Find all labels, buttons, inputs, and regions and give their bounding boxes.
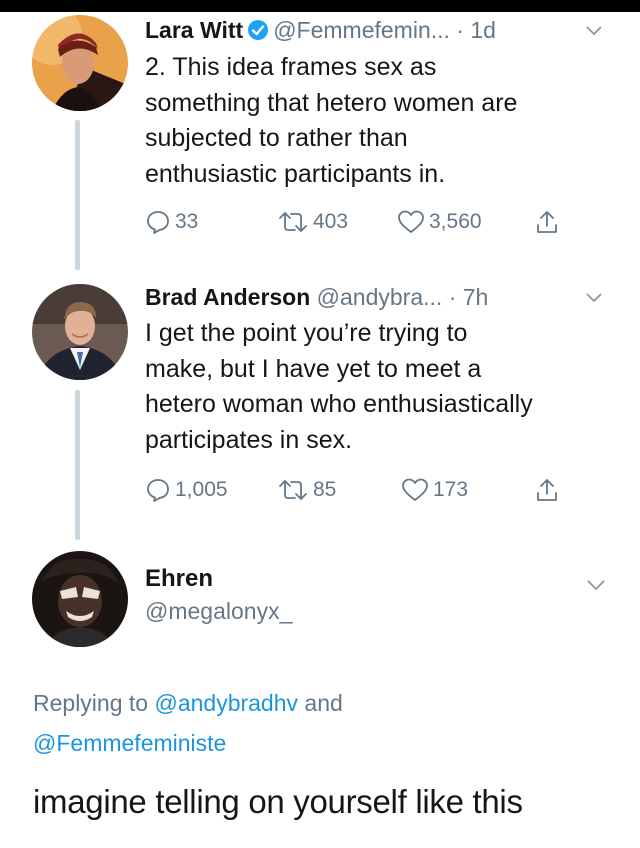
- reply-icon: [145, 477, 171, 503]
- tweet-line: something that hetero women are: [145, 88, 518, 117]
- replying-to: Replying to @andybradhv and: [33, 690, 343, 717]
- tweet-header: Lara Witt @Femmefemin... · 1d: [145, 14, 496, 49]
- tweet-line: hetero woman who enthusiastically: [145, 390, 533, 418]
- tweet-line: 2. This idea frames sex as: [145, 53, 437, 81]
- author-name[interactable]: Brad Anderson: [145, 284, 310, 310]
- like-button[interactable]: 3,560: [397, 206, 482, 238]
- tweet-line: subjected to rather than: [145, 124, 408, 152]
- reply-icon: [145, 209, 171, 235]
- retweet-count: 403: [313, 210, 349, 233]
- heart-icon: [397, 209, 425, 235]
- replying-joiner: and: [304, 690, 343, 716]
- reply-author-handle[interactable]: @megalonyx_: [145, 598, 292, 625]
- like-count: 3,560: [429, 210, 482, 233]
- share-icon: [535, 477, 559, 503]
- chevron-down-icon[interactable]: [585, 24, 603, 42]
- mention-link[interactable]: @Femmefeministe: [33, 730, 226, 756]
- author-handle[interactable]: @andybra...: [317, 284, 443, 310]
- share-icon: [535, 209, 559, 235]
- like-button[interactable]: 173: [401, 474, 468, 506]
- tweet-time[interactable]: · 1d: [456, 17, 496, 43]
- tweet-line: make, but I have yet to meet a: [145, 354, 482, 383]
- retweet-button[interactable]: 85: [277, 474, 336, 506]
- reply-author-name[interactable]: Ehren: [145, 565, 213, 593]
- tweet-line: enthusiastic participants in.: [145, 159, 446, 188]
- mention-link[interactable]: @andybradhv: [154, 690, 298, 716]
- thread-line: [75, 390, 80, 540]
- share-button[interactable]: [535, 474, 559, 506]
- replying-prefix: Replying to: [33, 690, 149, 716]
- chevron-down-icon[interactable]: [586, 579, 606, 597]
- retweet-icon: [277, 478, 309, 502]
- tweet-header: Brad Anderson @andybra... · 7h: [145, 281, 488, 313]
- tweet-actions: 1,005 85 173: [145, 474, 625, 506]
- like-count: 173: [433, 478, 469, 501]
- verified-badge-icon: [247, 17, 269, 49]
- retweet-icon: [277, 210, 309, 234]
- tweet-lara-witt[interactable]: Lara Witt @Femmefemin... · 1d 2. This ide…: [145, 14, 625, 244]
- author-handle[interactable]: @Femmefemin...: [273, 17, 450, 43]
- reply-button[interactable]: 1,005: [145, 474, 228, 506]
- heart-icon: [401, 477, 429, 503]
- tweet-body: 2. This idea frames sex as something tha…: [145, 50, 517, 192]
- avatar-brad-anderson[interactable]: [32, 284, 128, 380]
- avatar-ehren[interactable]: [32, 551, 128, 647]
- tweet-line: I get the point you’re trying to: [145, 319, 468, 347]
- tweet-time[interactable]: · 7h: [449, 284, 489, 310]
- top-bar: [0, 0, 640, 12]
- tweet-body: I get the point you’re trying to make, b…: [145, 316, 533, 458]
- thread-line: [75, 120, 80, 270]
- avatar-lara-witt[interactable]: [32, 15, 128, 111]
- author-name[interactable]: Lara Witt: [145, 17, 243, 43]
- reply-count: 33: [175, 210, 199, 233]
- retweet-button[interactable]: 403: [277, 206, 348, 238]
- reply-text: imagine telling on yourself like this: [33, 783, 523, 820]
- tweet-actions: 33 403 3,560: [145, 206, 625, 238]
- reply-button[interactable]: 33: [145, 206, 198, 238]
- tweet-brad-anderson[interactable]: Brad Anderson @andybra... · 7h I get the…: [145, 281, 625, 511]
- reply-count: 1,005: [175, 478, 228, 501]
- retweet-count: 85: [313, 478, 337, 501]
- share-button[interactable]: [535, 206, 559, 238]
- chevron-down-icon[interactable]: [585, 291, 603, 309]
- tweet-line: participates in sex.: [145, 425, 353, 454]
- replying-to-line2: @Femmefeministe: [33, 730, 226, 757]
